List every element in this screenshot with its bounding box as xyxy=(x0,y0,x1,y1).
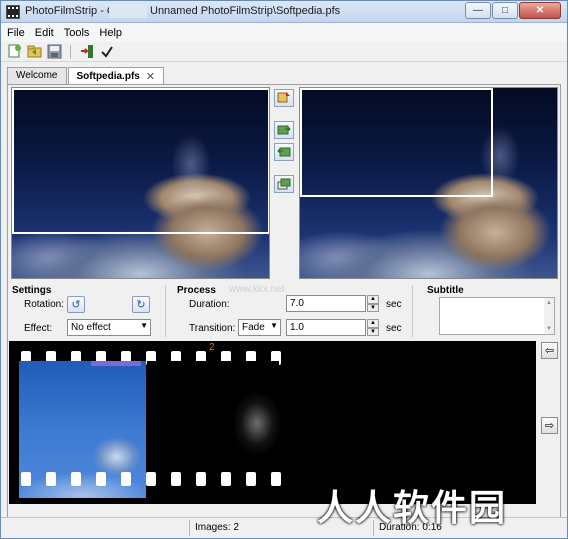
subtitle-title: Subtitle xyxy=(427,285,464,296)
group-divider xyxy=(412,285,413,337)
tab-welcome[interactable]: Welcome xyxy=(7,67,67,84)
move-right-icon[interactable]: ⇨ xyxy=(541,417,558,434)
frame-number: 2 xyxy=(209,342,215,353)
end-rect-preview[interactable] xyxy=(299,87,558,279)
tab-bar: Welcome Softpedia.pfs ✕ xyxy=(7,67,165,85)
redacted-path xyxy=(109,4,147,18)
start-rect-preview[interactable] xyxy=(11,87,270,279)
tab-project[interactable]: Softpedia.pfs ✕ xyxy=(67,67,165,85)
toolbar-separator xyxy=(70,44,71,59)
duration-stepper[interactable]: ▲ ▼ xyxy=(367,295,379,312)
watermark-logo: www.kkx.net xyxy=(229,284,285,295)
duration-unit: sec xyxy=(386,299,402,310)
transition-select-value: Fade xyxy=(242,322,265,333)
status-images: Images: 2 xyxy=(195,522,239,533)
group-divider xyxy=(165,285,166,337)
tab-project-label: Softpedia.pfs xyxy=(76,71,140,82)
effect-label: Effect: xyxy=(24,323,53,334)
menu-help[interactable]: Help xyxy=(99,27,122,39)
end-rect-selection[interactable] xyxy=(300,88,493,197)
settings-title: Settings xyxy=(12,285,52,296)
rect-tools xyxy=(272,87,296,279)
swap-rect-icon[interactable] xyxy=(274,175,294,193)
process-title: Process xyxy=(177,285,216,296)
window-title-file: Unnamed PhotoFilmStrip\Softpedia.pfs xyxy=(150,5,341,17)
transition-label: Transition: xyxy=(189,323,236,334)
rotation-label: Rotation: xyxy=(24,299,65,310)
new-project-icon[interactable] xyxy=(6,44,22,60)
chevron-down-icon: ▼ xyxy=(270,321,278,330)
transition-duration-stepper[interactable]: ▲ ▼ xyxy=(367,319,379,336)
frame-selection-marker xyxy=(91,361,141,366)
copy-rect-right-icon[interactable] xyxy=(274,121,294,139)
title-bar: PhotoFilmStrip - C:\ Unnamed PhotoFilmSt… xyxy=(1,1,567,23)
toolbar xyxy=(1,42,567,62)
save-project-icon[interactable] xyxy=(46,44,62,60)
transition-duration-value: 1.0 xyxy=(290,322,304,333)
rotate-left-icon[interactable]: ↺ xyxy=(67,296,85,313)
tab-close-icon[interactable]: ✕ xyxy=(146,70,155,83)
window-title-prefix: PhotoFilmStrip - C:\ xyxy=(25,5,121,17)
duration-input[interactable]: 7.0 ▲ ▼ xyxy=(286,295,379,312)
menu-bar: File Edit Tools Help xyxy=(1,23,567,42)
maximize-icon[interactable]: □ xyxy=(492,2,518,19)
transition-duration-input[interactable]: 1.0 ▲ ▼ xyxy=(286,319,379,336)
copy-rect-left-icon[interactable] xyxy=(274,143,294,161)
menu-edit[interactable]: Edit xyxy=(35,27,54,39)
minimize-icon[interactable]: — xyxy=(465,2,491,19)
menu-file[interactable]: File xyxy=(7,27,25,39)
frame-thumbnail xyxy=(232,391,282,456)
effect-select[interactable]: No effect ▼ xyxy=(67,319,151,336)
app-window: PhotoFilmStrip - C:\ Unnamed PhotoFilmSt… xyxy=(0,0,568,539)
subtitle-textarea[interactable]: ▲ ▼ xyxy=(439,297,555,335)
open-project-icon[interactable] xyxy=(26,44,42,60)
rotate-right-icon[interactable]: ↻ xyxy=(132,296,150,313)
transition-select[interactable]: Fade ▼ xyxy=(238,319,281,336)
status-divider xyxy=(189,520,190,536)
import-pictures-icon[interactable] xyxy=(79,44,95,60)
menu-tools[interactable]: Tools xyxy=(64,27,90,39)
move-left-icon[interactable]: ⇦ xyxy=(541,342,558,359)
transition-unit: sec xyxy=(386,323,402,334)
duration-label: Duration: xyxy=(189,299,230,310)
film-frame-2[interactable] xyxy=(147,361,282,471)
subtitle-scrollbar[interactable]: ▲ ▼ xyxy=(544,298,554,334)
filmstrip-app-icon xyxy=(6,5,20,19)
start-rect-selection[interactable] xyxy=(12,88,269,234)
effect-select-value: No effect xyxy=(71,322,111,333)
close-icon[interactable]: ✕ xyxy=(519,2,561,19)
render-icon[interactable] xyxy=(99,44,115,60)
duration-value: 7.0 xyxy=(290,298,304,309)
auto-motion-icon[interactable] xyxy=(274,89,294,107)
chevron-down-icon: ▼ xyxy=(140,321,148,330)
sprocket-holes-bottom xyxy=(9,472,289,486)
watermark-text: 人人软件园 xyxy=(317,488,508,529)
